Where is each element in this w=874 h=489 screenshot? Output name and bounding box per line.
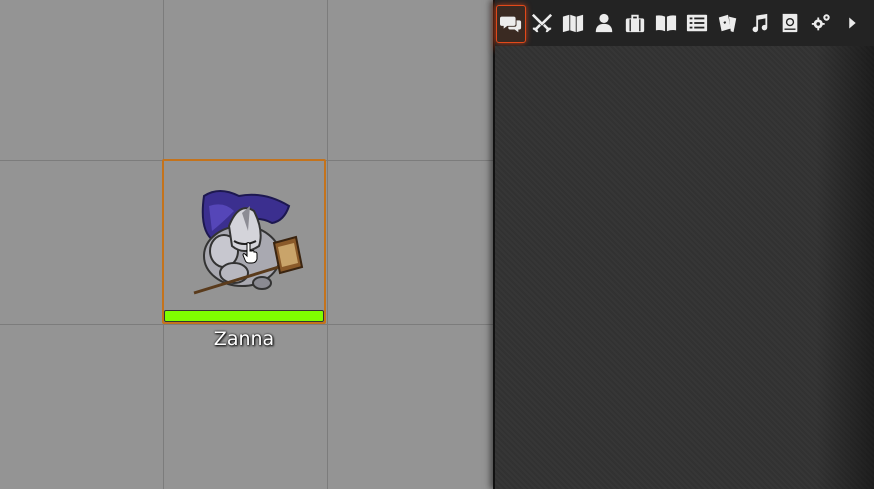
- chat-bubbles-icon: [500, 16, 522, 33]
- tab-cards[interactable]: [714, 5, 742, 41]
- sidebar-tabs: [495, 0, 874, 48]
- tab-items[interactable]: [621, 5, 649, 41]
- list-icon: [686, 14, 708, 32]
- tab-compendium[interactable]: [776, 5, 804, 41]
- tab-settings[interactable]: [807, 5, 835, 41]
- hand-cursor-icon: [242, 242, 258, 264]
- cogs-icon: [811, 14, 830, 31]
- grid-line: [327, 0, 328, 489]
- music-note-icon: [752, 13, 768, 33]
- caret-right-icon: [849, 17, 856, 29]
- crossed-swords-icon: [531, 13, 553, 33]
- token-name-label: Zanna: [213, 328, 275, 350]
- tab-combat[interactable]: [528, 5, 556, 41]
- cards-icon: [718, 14, 737, 33]
- atlas-icon: [782, 13, 798, 33]
- tab-chat[interactable]: [496, 5, 526, 43]
- sidebar-shade: [816, 46, 874, 489]
- tab-actors[interactable]: [590, 5, 618, 41]
- health-bar: [164, 310, 324, 322]
- tab-journal[interactable]: [652, 5, 680, 41]
- collapse-sidebar-button[interactable]: [838, 5, 866, 41]
- open-book-icon: [655, 15, 677, 32]
- tab-scenes[interactable]: [559, 5, 587, 41]
- user-icon: [595, 13, 613, 33]
- knight-portrait-icon: [193, 190, 304, 295]
- sidebar: [493, 0, 874, 489]
- tab-playlists[interactable]: [745, 5, 773, 41]
- map-icon: [562, 14, 584, 33]
- suitcase-icon: [625, 14, 645, 33]
- tab-tables[interactable]: [683, 5, 711, 41]
